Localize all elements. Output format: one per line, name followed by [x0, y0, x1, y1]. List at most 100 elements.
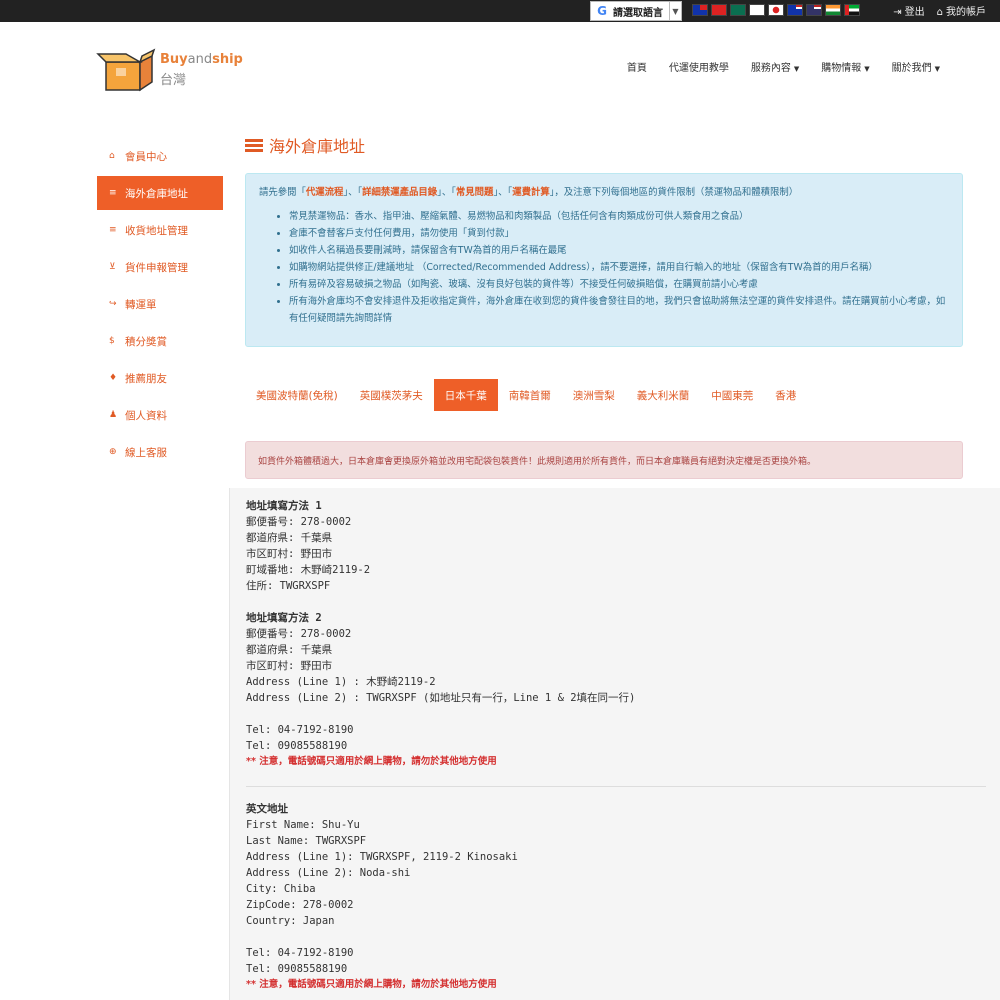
address-line: 市区町村: 野田市	[246, 660, 333, 672]
address-heading: 地址填寫方法 2	[246, 612, 322, 624]
google-icon: G	[597, 4, 607, 18]
phone-warning: ** 注意，電話號碼只適用於網上購物，請勿於其他地方使用	[246, 756, 497, 767]
sidebar-item-member-center[interactable]: ⌂ 會員中心	[97, 139, 223, 173]
mo-flag-icon[interactable]	[730, 4, 746, 16]
language-select-label: 請選取語言	[613, 7, 663, 19]
address-line: ZipCode: 278-0002	[246, 899, 354, 911]
list-icon: ≡	[109, 225, 117, 235]
caret-down-icon: ▼	[793, 65, 800, 73]
tw-flag-icon[interactable]	[692, 4, 708, 16]
sidebar: ⌂ 會員中心 ≡ 海外倉庫地址 ≡ 收貨地址管理 ⊻ 貨件申報管理 ↪ 轉運單 $ 積分獎賞…	[97, 139, 223, 472]
chevron-down-icon: ▼	[669, 2, 681, 20]
sidebar-item-warehouse-address[interactable]: ≡ 海外倉庫地址	[97, 176, 223, 210]
address-heading: 英文地址	[246, 803, 288, 815]
divider	[246, 786, 986, 787]
nav-home[interactable]: 首頁	[627, 59, 647, 74]
sidebar-item-declaration[interactable]: ⊻ 貨件申報管理	[97, 250, 223, 284]
box-logo-icon	[96, 48, 156, 92]
top-links: ⇥ 登出 ⌂ 我的帳戶	[893, 3, 986, 18]
nav-services[interactable]: 服務內容 ▼	[751, 59, 799, 74]
address-line: Address (Line 1): TWGRXSPF, 2119-2 Kinos…	[246, 851, 518, 863]
nav-shopping-info[interactable]: 購物情報 ▼	[821, 59, 869, 74]
brand-name: Buyandship	[160, 52, 243, 67]
list-item: 常見禁運物品：香水、指甲油、壓縮氣體、易燃物品和肉類製品（包括任何含有肉類成份可…	[289, 208, 949, 225]
address-line: Address (Line 2): Noda-shi	[246, 867, 411, 879]
address-line: 都道府県: 千葉県	[246, 644, 333, 656]
tab-japan-chiba[interactable]: 日本千葉	[433, 379, 498, 411]
address-method-1: 地址填寫方法 1 郵便番号: 278-0002 都道府県: 千葉県 市区町村: …	[246, 498, 984, 594]
nav-about[interactable]: 關於我們 ▼	[892, 59, 940, 74]
tab-china-dongguan[interactable]: 中國東莞	[700, 379, 764, 411]
list-item: 倉庫不會替客戶支付任何費用，請勿使用「貨到付款」	[289, 225, 949, 242]
page-title: 海外倉庫地址	[245, 133, 365, 157]
top-bar: G 請選取語言 ▼ ⇥ 登出 ⌂ 我的帳戶	[0, 0, 1000, 22]
address-line: 住所: TWGRXSPF	[246, 580, 331, 592]
address-line: Address (Line 1) : 木野崎2119-2	[246, 676, 436, 688]
address-line: 郵便番号: 278-0002	[246, 516, 352, 528]
sidebar-item-profile[interactable]: ♟ 個人資料	[97, 398, 223, 432]
address-line: First Name: Shu-Yu	[246, 819, 360, 831]
kr-flag-icon[interactable]	[749, 4, 765, 16]
list-icon	[245, 137, 263, 154]
home-icon: ⌂	[936, 7, 943, 18]
nav-tutorial[interactable]: 代運使用教學	[669, 59, 729, 74]
lifebuoy-icon: ⊕	[109, 447, 117, 457]
caret-down-icon: ▼	[934, 65, 940, 73]
list-item: 所有海外倉庫均不會安排退件及拒收指定貨件，海外倉庫在收到您的貨件後會發往目的地，…	[289, 293, 949, 327]
phone-line: Tel: 09085588190	[246, 740, 348, 752]
info-lead: 請先參閱「代運流程」、「詳細禁運產品目錄」、「常見問題」、「運費計算」，及注意下…	[259, 187, 799, 198]
hk-flag-icon[interactable]	[711, 4, 727, 16]
tab-us-portland[interactable]: 美國波特蘭(免稅)	[245, 379, 349, 411]
site-logo[interactable]: Buyandship 台灣	[96, 44, 246, 94]
brand-region: 台灣	[160, 73, 187, 88]
warning-alert: 如貨件外箱體積過大，日本倉庫會更換原外箱並改用宅配袋包裝貨件！此規則適用於所有貨…	[245, 441, 963, 479]
list-icon: ≡	[109, 188, 117, 198]
address-line: Address (Line 2) : TWGRXSPF (如地址只有一行，Lin…	[246, 692, 636, 704]
my-flag-icon[interactable]	[787, 4, 803, 16]
sidebar-item-shipment[interactable]: ↪ 轉運單	[97, 287, 223, 321]
logout-icon: ⇥	[893, 7, 902, 18]
info-bullets: 常見禁運物品：香水、指甲油、壓縮氣體、易燃物品和肉類製品（包括任何含有肉類成份可…	[259, 208, 949, 327]
share-icon: ↪	[109, 299, 117, 309]
flag-list	[692, 4, 860, 16]
thumbs-up-icon: ♦	[109, 373, 118, 383]
link-shipping-flow[interactable]: 代運流程	[306, 187, 344, 198]
sidebar-item-referral[interactable]: ♦ 推薦朋友	[97, 361, 223, 395]
us-flag-icon[interactable]	[806, 4, 822, 16]
address-line: 市区町村: 野田市	[246, 548, 333, 560]
tab-korea-seoul[interactable]: 南韓首爾	[498, 379, 562, 411]
address-english: 英文地址 First Name: Shu-Yu Last Name: TWGRX…	[246, 801, 984, 993]
link-shipping-calc[interactable]: 運費計算	[512, 187, 550, 198]
list-item: 如收件人名稱過長要刪減時，請保留含有TW為首的用戶名稱在最尾	[289, 242, 949, 259]
link-prohibited-list[interactable]: 詳細禁運產品目錄	[362, 187, 437, 198]
list-item: 如購物網站提供修正/建議地址 （Corrected/Recommended Ad…	[289, 259, 949, 276]
user-icon: ♟	[109, 410, 118, 420]
phone-line: Tel: 04-7192-8190	[246, 947, 354, 959]
address-line: City: Chiba	[246, 883, 316, 895]
list-item: 所有易碎及容易破損之物品（如陶瓷、玻璃、沒有良好包裝的貨件等）不接受任何破損賠償…	[289, 276, 949, 293]
in-flag-icon[interactable]	[825, 4, 841, 16]
address-line: 郵便番号: 278-0002	[246, 628, 352, 640]
ae-flag-icon[interactable]	[844, 4, 860, 16]
account-link[interactable]: ⌂ 我的帳戶	[937, 3, 986, 18]
phone-line: Tel: 04-7192-8190	[246, 724, 354, 736]
link-faq[interactable]: 常見問題	[456, 187, 494, 198]
address-line: Country: Japan	[246, 915, 335, 927]
sidebar-item-delivery-address[interactable]: ≡ 收貨地址管理	[97, 213, 223, 247]
jp-flag-icon[interactable]	[768, 4, 784, 16]
tab-australia-sydney[interactable]: 澳洲雪梨	[562, 379, 626, 411]
dollar-icon: $	[109, 336, 115, 346]
main-nav: 首頁 代運使用教學 服務內容 ▼ 購物情報 ▼ 關於我們 ▼	[627, 59, 940, 74]
sidebar-item-support[interactable]: ⊕ 線上客服	[97, 435, 223, 469]
address-line: Last Name: TWGRXSPF	[246, 835, 367, 847]
tab-uk-portsmouth[interactable]: 英國樸茨茅夫	[349, 379, 434, 411]
language-select[interactable]: G 請選取語言 ▼	[590, 1, 682, 21]
info-box: 請先參閱「代運流程」、「詳細禁運產品目錄」、「常見問題」、「運費計算」，及注意下…	[245, 173, 963, 347]
sidebar-item-rewards[interactable]: $ 積分獎賞	[97, 324, 223, 358]
tab-hong-kong[interactable]: 香港	[764, 379, 807, 411]
phone-warning: ** 注意，電話號碼只適用於網上購物，請勿於其他地方使用	[246, 979, 497, 990]
logout-link[interactable]: ⇥ 登出	[893, 3, 924, 18]
tab-italy-milan[interactable]: 義大利米蘭	[626, 379, 701, 411]
cart-icon: ⊻	[109, 262, 116, 272]
address-panel: 地址填寫方法 1 郵便番号: 278-0002 都道府県: 千葉県 市区町村: …	[229, 488, 1000, 1000]
